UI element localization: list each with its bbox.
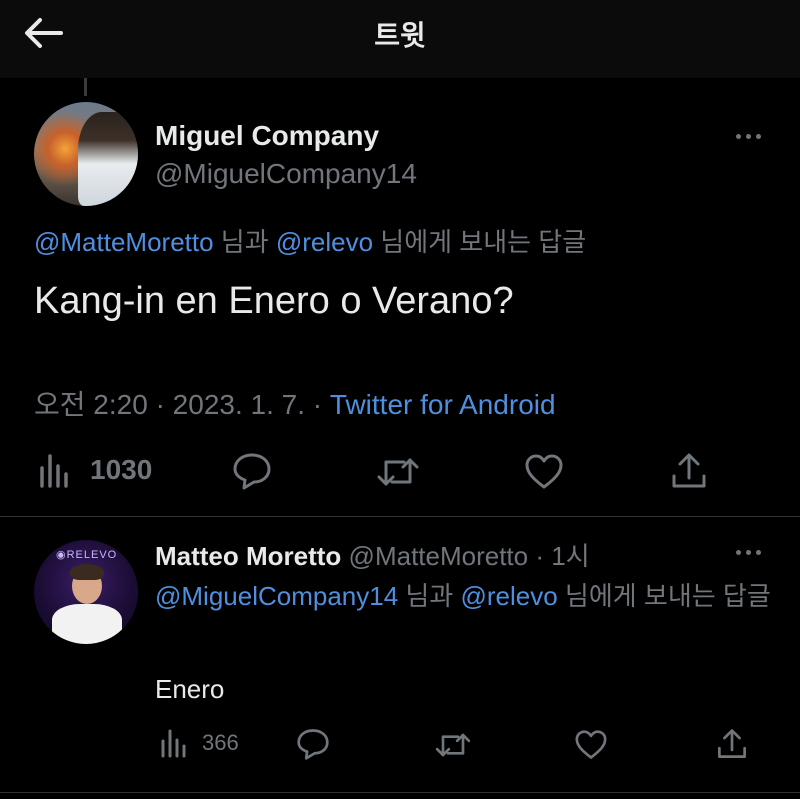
mention-link[interactable]: @relevo — [276, 227, 373, 257]
heart-icon[interactable] — [574, 730, 608, 760]
reply-bubble-icon[interactable] — [232, 452, 272, 490]
avatar-photo-shirt — [52, 604, 122, 644]
more-horizontal-icon[interactable] — [728, 126, 768, 146]
avatar-brand-text: ◉RELEVO — [56, 549, 118, 561]
reply-action — [296, 728, 330, 760]
mention-link[interactable]: @MiguelCompany14 — [155, 581, 398, 611]
timestamp[interactable]: · 1시 — [528, 541, 589, 571]
tweet-meta: 오전 2:20 · 2023. 1. 7. · Twitter for Andr… — [34, 383, 556, 423]
mention-link[interactable]: @relevo — [460, 581, 557, 611]
reply-context: @MiguelCompany14 님과 @relevo 님에게 보내는 답글 — [155, 576, 775, 616]
reply-header: Matteo Moretto @MatteMoretto · 1시 — [155, 536, 590, 573]
retweet-icon[interactable] — [376, 454, 420, 490]
reply-context: @MatteMoretto 님과 @relevo 님에게 보내는 답글 — [34, 222, 586, 259]
author-name[interactable]: Miguel Company — [155, 120, 379, 152]
divider — [0, 792, 800, 793]
like-action — [574, 730, 608, 760]
retweet-icon[interactable] — [434, 730, 472, 760]
mention-link[interactable]: @MatteMoretto — [34, 227, 214, 257]
reply-context-text: 님에게 보내는 답글 — [373, 227, 587, 257]
author-name[interactable]: Matteo Moretto — [155, 541, 341, 571]
analytics-icon — [161, 729, 186, 758]
reply-actions: 366 — [160, 728, 239, 758]
avatar[interactable]: ◉RELEVO — [34, 540, 138, 644]
author-handle[interactable]: @MiguelCompany14 — [155, 158, 417, 190]
top-bar: 트윗 — [0, 0, 800, 78]
reply-context-text: 님과 — [398, 581, 461, 611]
views-button[interactable]: 1030 — [38, 452, 152, 488]
share-icon[interactable] — [670, 452, 708, 490]
retweet-action — [376, 454, 420, 490]
views-count: 1030 — [90, 454, 153, 485]
avatar-photo — [78, 112, 138, 206]
share-action — [670, 452, 708, 490]
reply-bubble-icon[interactable] — [296, 728, 330, 760]
more-horizontal-icon[interactable] — [728, 542, 768, 562]
retweet-action — [434, 730, 472, 760]
analytics-icon — [40, 454, 68, 488]
views-button[interactable]: 366 — [160, 728, 239, 758]
reply-context-text: 님과 — [213, 227, 276, 257]
tweet-text: Enero — [155, 674, 225, 704]
share-icon[interactable] — [716, 728, 748, 760]
timestamp[interactable]: 오전 2:20 · 2023. 1. 7. · — [34, 389, 330, 420]
thread-connector — [84, 78, 87, 96]
author-handle[interactable]: @MatteMoretto — [341, 541, 529, 571]
heart-icon[interactable] — [524, 454, 564, 490]
divider — [0, 516, 800, 517]
share-action — [716, 728, 748, 760]
avatar-photo-hair — [70, 564, 104, 580]
source-link[interactable]: Twitter for Android — [330, 389, 556, 420]
main-actions: 1030 — [38, 452, 152, 488]
views-count: 366 — [202, 730, 239, 755]
reply-action — [232, 452, 272, 490]
page-title: 트윗 — [374, 20, 426, 51]
tweet-text: Kang-in en Enero o Verano? — [34, 280, 514, 322]
like-action — [524, 454, 564, 490]
reply-context-text: 님에게 보내는 답글 — [557, 581, 771, 611]
avatar[interactable] — [34, 102, 138, 206]
